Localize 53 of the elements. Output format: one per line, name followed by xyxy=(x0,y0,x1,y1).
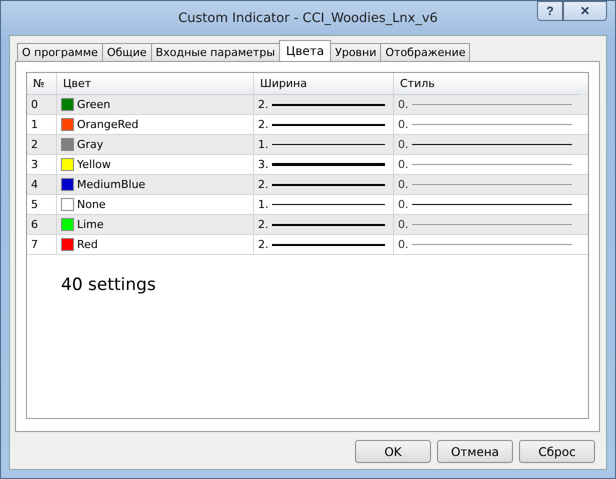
style-value: 0. xyxy=(398,198,408,211)
width-value: 2. xyxy=(258,238,268,251)
table-cell: 4 xyxy=(27,175,57,194)
width-value: 1. xyxy=(258,138,268,151)
width-value: 3. xyxy=(258,158,268,171)
color-swatch[interactable] xyxy=(61,198,74,211)
style-value: 0. xyxy=(398,158,408,171)
color-name: None xyxy=(77,198,106,211)
color-name: Yellow xyxy=(77,158,111,171)
color-swatch[interactable] xyxy=(61,118,74,131)
tab[interactable]: Отображение xyxy=(380,43,470,61)
color-swatch[interactable] xyxy=(61,138,74,151)
color-swatch[interactable] xyxy=(61,218,74,231)
table-cell: 0 xyxy=(27,95,57,114)
color-name: OrangeRed xyxy=(77,118,139,131)
style-value: 0. xyxy=(398,178,408,191)
color-swatch[interactable] xyxy=(61,178,74,191)
color-name: MediumBlue xyxy=(77,178,146,191)
style-value: 0. xyxy=(398,138,408,151)
color-name: Lime xyxy=(77,218,104,231)
settings-count: 40 settings xyxy=(60,274,157,295)
dialog-button[interactable]: Отмена xyxy=(437,440,513,463)
tab[interactable]: Уровни xyxy=(330,43,382,61)
tab[interactable]: О программе xyxy=(17,43,103,61)
table-cell: 6 xyxy=(27,215,57,234)
dialog-button[interactable]: Сброс xyxy=(519,440,595,463)
tab[interactable]: Цвета xyxy=(279,40,332,61)
table-cell: 5 xyxy=(27,195,57,214)
color-swatch[interactable] xyxy=(61,158,74,171)
style-value: 0. xyxy=(398,218,408,231)
color-name: Green xyxy=(77,98,110,111)
table-cell: 2 xyxy=(27,135,57,154)
style-value: 0. xyxy=(398,98,408,111)
table-cell: 3 xyxy=(27,155,57,174)
dialog-button[interactable]: OK xyxy=(355,440,431,463)
close-button[interactable]: ✕ xyxy=(563,1,607,21)
color-swatch[interactable] xyxy=(61,98,74,111)
width-value: 1. xyxy=(258,198,268,211)
color-swatch[interactable] xyxy=(61,238,74,251)
width-value: 2. xyxy=(258,98,268,111)
help-button[interactable]: ? xyxy=(537,1,563,21)
width-value: 2. xyxy=(258,118,268,131)
width-value: 2. xyxy=(258,218,268,231)
style-value: 0. xyxy=(398,238,408,251)
tab[interactable]: Общие xyxy=(102,43,152,61)
table-cell: 1 xyxy=(27,115,57,134)
style-value: 0. xyxy=(398,118,408,131)
color-name: Gray xyxy=(77,138,104,151)
table-cell: 7 xyxy=(27,235,57,254)
width-value: 2. xyxy=(258,178,268,191)
window-title: Custom Indicator - CCI_Woodies_Lnx_v6 xyxy=(178,10,438,26)
tab[interactable]: Входные параметры xyxy=(150,43,280,61)
color-name: Red xyxy=(77,238,98,251)
